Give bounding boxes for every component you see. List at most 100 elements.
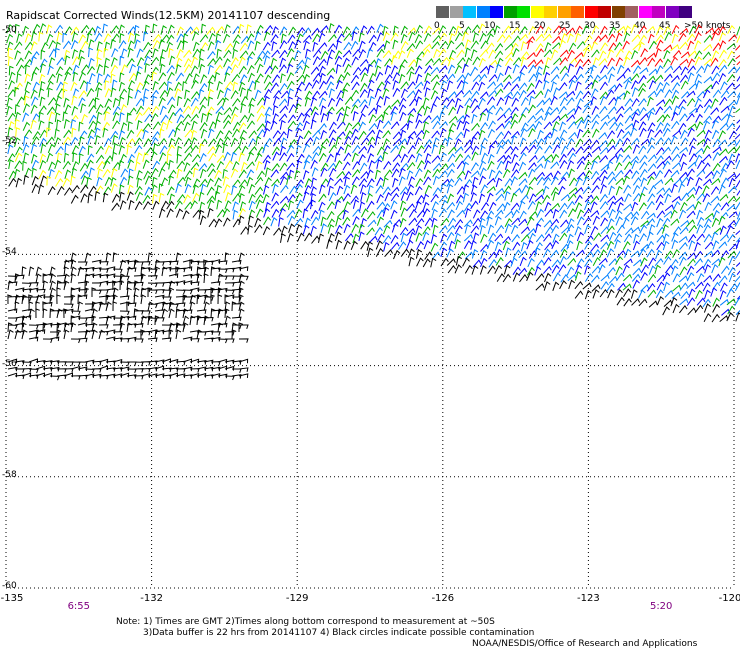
- wind-barb: [671, 82, 681, 91]
- wind-barb: [704, 241, 714, 250]
- wind-barb: [545, 56, 552, 67]
- wind-barb: [558, 185, 566, 196]
- wind-barb: [343, 135, 352, 146]
- wind-barb: [622, 241, 631, 251]
- wind-barb: [631, 298, 641, 306]
- wind-barb: [712, 89, 722, 98]
- wind-barb: [583, 208, 592, 217]
- wind-barb: [254, 176, 264, 186]
- wind-barb: [616, 296, 625, 306]
- wind-barb: [376, 119, 384, 130]
- wind-barb: [150, 112, 159, 123]
- wind-barb: [728, 211, 738, 219]
- wind-barb: [599, 42, 609, 51]
- wind-barb: [559, 129, 568, 139]
- wind-barb: [432, 224, 439, 235]
- wind-barb: [16, 96, 25, 106]
- wind-barb: [78, 261, 88, 266]
- wind-barb: [70, 26, 79, 36]
- wind-barb: [96, 176, 103, 187]
- wind-barb: [711, 258, 721, 266]
- wind-barb: [655, 194, 664, 204]
- wind-barb: [254, 89, 262, 100]
- wind-barb: [8, 80, 16, 90]
- wind-barb: [526, 186, 534, 196]
- wind-barb: [672, 200, 681, 211]
- wind-barb: [223, 58, 231, 68]
- wind-barb: [526, 216, 535, 226]
- wind-barb: [503, 74, 512, 83]
- wind-barb: [686, 203, 696, 212]
- wind-barb: [400, 153, 409, 163]
- wind-barb: [96, 48, 103, 59]
- wind-barb: [719, 96, 728, 106]
- wind-barb: [42, 301, 53, 307]
- wind-barb: [431, 251, 441, 260]
- wind-barb: [255, 136, 262, 146]
- wind-barb: [414, 81, 424, 90]
- wind-barb: [31, 96, 39, 106]
- wind-barb: [79, 162, 88, 172]
- wind-barb: [607, 49, 615, 59]
- wind-barb: [247, 224, 253, 235]
- wind-barb: [528, 154, 538, 163]
- wind-barb: [423, 105, 431, 116]
- wind-barb: [342, 192, 351, 202]
- wind-barb: [679, 242, 688, 251]
- wind-barb: [79, 80, 88, 90]
- wind-barb: [400, 248, 410, 257]
- wind-barb: [480, 233, 488, 243]
- wind-barb: [679, 74, 689, 83]
- wind-barb: [503, 81, 512, 90]
- wind-barb: [614, 196, 624, 204]
- wind-barb: [238, 65, 247, 75]
- wind-barb: [448, 217, 457, 227]
- wind-barb: [630, 289, 638, 299]
- wind-barb: [520, 145, 529, 155]
- wind-barb: [232, 40, 240, 50]
- wind-barb: [176, 48, 184, 59]
- wind-barb: [438, 48, 447, 58]
- wind-barb: [576, 240, 583, 251]
- wind-barb: [687, 186, 697, 195]
- wind-barb: [718, 130, 726, 140]
- wind-barb: [440, 152, 447, 162]
- longitude-label: -132: [140, 593, 163, 604]
- wind-barb: [72, 71, 79, 82]
- wind-barb: [656, 210, 666, 219]
- wind-barb: [97, 168, 103, 178]
- wind-barb: [198, 191, 205, 202]
- wind-barb: [558, 153, 567, 163]
- wind-barb: [504, 160, 512, 170]
- wind-barb: [624, 193, 632, 203]
- wind-barb: [703, 303, 711, 313]
- wind-barb: [599, 154, 609, 163]
- wind-barb: [208, 152, 217, 162]
- wind-barb: [688, 50, 698, 58]
- wind-barb: [520, 40, 527, 51]
- wind-barb: [719, 168, 727, 178]
- wind-barb: [408, 217, 418, 226]
- wind-barb: [664, 177, 674, 186]
- wind-barb: [511, 234, 520, 243]
- wind-barb: [175, 329, 182, 340]
- wind-barb: [679, 58, 689, 66]
- wind-barb: [624, 98, 633, 107]
- wind-barb: [511, 209, 520, 219]
- wind-barb: [166, 186, 175, 196]
- wind-barb: [638, 121, 647, 131]
- wind-barb: [622, 217, 630, 227]
- wind-barb: [94, 135, 101, 145]
- wind-barb: [358, 154, 366, 164]
- wind-barb: [214, 190, 220, 201]
- wind-barb: [478, 81, 486, 91]
- wind-barb: [550, 95, 558, 106]
- wind-barb: [663, 49, 671, 60]
- wind-barb: [398, 176, 406, 186]
- wind-barb: [47, 186, 56, 196]
- wind-barb: [208, 32, 216, 43]
- wind-barb: [127, 95, 133, 106]
- wind-barb: [94, 190, 101, 201]
- wind-barb: [583, 138, 592, 147]
- wind-barb: [638, 192, 646, 203]
